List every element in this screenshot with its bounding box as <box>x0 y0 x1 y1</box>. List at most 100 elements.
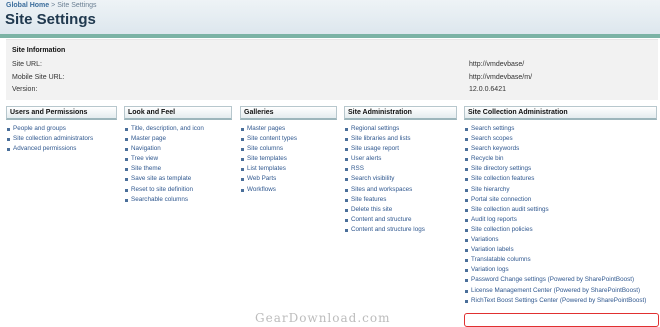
breadcrumb-current: Site Settings <box>57 2 97 9</box>
version-value: 12.0.0.6421 <box>469 86 506 93</box>
list-item: Site collection audit settings <box>464 205 657 215</box>
settings-link[interactable]: Title, description, and icon <box>131 125 204 132</box>
settings-link[interactable]: Site collection administrators <box>13 135 93 142</box>
list-item: Site collection policies <box>464 225 657 235</box>
settings-link[interactable]: Tree view <box>131 155 158 162</box>
settings-link[interactable]: List templates <box>247 165 286 172</box>
settings-link[interactable]: Content and structure logs <box>351 226 425 233</box>
settings-link[interactable]: Site hierarchy <box>471 186 510 193</box>
list-item: Site theme <box>124 164 232 174</box>
list-item: Content and structure logs <box>344 225 457 235</box>
settings-link[interactable]: Audit log reports <box>471 216 517 223</box>
link-list: Title, description, and icon Master page… <box>124 124 232 205</box>
highlight-box <box>464 313 659 327</box>
list-item: Site collection features <box>464 174 657 184</box>
site-information-panel: Site Information Site URL: http://vmdevb… <box>6 39 658 100</box>
settings-link[interactable]: Recycle bin <box>471 155 504 162</box>
list-item: Site content types <box>240 134 337 144</box>
settings-link[interactable]: Site directory settings <box>471 165 531 172</box>
settings-link[interactable]: Delete this site <box>351 206 392 213</box>
site-url-label: Site URL: <box>12 61 42 68</box>
settings-link[interactable]: Site content types <box>247 135 297 142</box>
settings-link[interactable]: Portal site connection <box>471 196 531 203</box>
settings-link[interactable]: Master pages <box>247 125 285 132</box>
list-item: Site templates <box>240 154 337 164</box>
list-item: Search scopes <box>464 134 657 144</box>
section-title: Look and Feel <box>124 106 232 120</box>
list-item: Tree view <box>124 154 232 164</box>
link-list: Master pages Site content types Site col… <box>240 124 337 195</box>
list-item: RichText Boost Settings Center (Powered … <box>464 296 657 306</box>
settings-link[interactable]: Variation logs <box>471 266 509 273</box>
list-item: Reset to site definition <box>124 185 232 195</box>
list-item: Portal site connection <box>464 195 657 205</box>
settings-link[interactable]: Site theme <box>131 165 161 172</box>
settings-link[interactable]: Searchable columns <box>131 196 188 203</box>
list-item: Navigation <box>124 144 232 154</box>
settings-link[interactable]: Navigation <box>131 145 161 152</box>
settings-link[interactable]: Translatable columns <box>471 256 531 263</box>
list-item: Sites and workspaces <box>344 185 457 195</box>
settings-link[interactable]: Search settings <box>471 125 514 132</box>
list-item: Searchable columns <box>124 195 232 205</box>
list-item: Recycle bin <box>464 154 657 164</box>
settings-link[interactable]: Search scopes <box>471 135 513 142</box>
link-list: Regional settings Site libraries and lis… <box>344 124 457 235</box>
settings-link[interactable]: Sites and workspaces <box>351 186 412 193</box>
settings-link[interactable]: Search keywords <box>471 145 519 152</box>
settings-link[interactable]: Workflows <box>247 186 276 193</box>
list-item: Site collection administrators <box>6 134 117 144</box>
list-item: Site features <box>344 195 457 205</box>
list-item: Variations <box>464 235 657 245</box>
section-look-and-feel: Look and Feel Title, description, and ic… <box>124 106 232 205</box>
settings-link[interactable]: Search visibility <box>351 175 394 182</box>
settings-link[interactable]: People and groups <box>13 125 66 132</box>
mobile-site-url-label: Mobile Site URL: <box>12 74 65 81</box>
settings-link[interactable]: User alerts <box>351 155 381 162</box>
watermark: GearDownload.com <box>255 311 391 325</box>
section-title: Site Administration <box>344 106 457 120</box>
section-galleries: Galleries Master pages Site content type… <box>240 106 337 195</box>
list-item: Save site as template <box>124 174 232 184</box>
breadcrumb-home-link[interactable]: Global Home <box>6 2 49 9</box>
password-change-settings-link[interactable]: Password Change settings (Powered by Sha… <box>471 276 634 283</box>
settings-link[interactable]: Regional settings <box>351 125 399 132</box>
list-item: Translatable columns <box>464 255 657 265</box>
settings-link[interactable]: Site usage report <box>351 145 399 152</box>
settings-link[interactable]: Save site as template <box>131 175 191 182</box>
list-item: Web Parts <box>240 174 337 184</box>
settings-link[interactable]: Variations <box>471 236 499 243</box>
settings-link[interactable]: Site templates <box>247 155 287 162</box>
settings-link[interactable]: Web Parts <box>247 175 276 182</box>
list-item: Delete this site <box>344 205 457 215</box>
settings-link[interactable]: Advanced permissions <box>13 145 76 152</box>
settings-link[interactable]: Content and structure <box>351 216 412 223</box>
list-item: Search settings <box>464 124 657 134</box>
list-item: Site usage report <box>344 144 457 154</box>
mobile-site-url-value: http://vmdevbase/m/ <box>469 74 533 81</box>
settings-link[interactable]: Site collection audit settings <box>471 206 549 213</box>
list-item: License Management Center (Powered by Sh… <box>464 286 657 296</box>
list-item: Variation logs <box>464 265 657 275</box>
page-header: Global Home > Site Settings Site Setting… <box>0 0 660 34</box>
settings-link[interactable]: RSS <box>351 165 364 172</box>
header-accent-bar <box>0 34 660 38</box>
license-management-center-link[interactable]: License Management Center (Powered by Sh… <box>471 287 640 294</box>
settings-link[interactable]: Variation labels <box>471 246 514 253</box>
list-item: Site directory settings <box>464 164 657 174</box>
list-item: Search keywords <box>464 144 657 154</box>
settings-link[interactable]: Site collection features <box>471 175 534 182</box>
list-item: Site columns <box>240 144 337 154</box>
list-item: User alerts <box>344 154 457 164</box>
richtext-boost-settings-link[interactable]: RichText Boost Settings Center (Powered … <box>471 297 646 304</box>
section-title: Users and Permissions <box>6 106 117 120</box>
list-item: Content and structure <box>344 215 457 225</box>
settings-link[interactable]: Site collection policies <box>471 226 533 233</box>
settings-link[interactable]: Master page <box>131 135 166 142</box>
settings-link[interactable]: Site libraries and lists <box>351 135 411 142</box>
breadcrumb: Global Home > Site Settings <box>6 2 97 9</box>
settings-link[interactable]: Reset to site definition <box>131 186 193 193</box>
settings-link[interactable]: Site columns <box>247 145 283 152</box>
settings-link[interactable]: Site features <box>351 196 386 203</box>
list-item: Site libraries and lists <box>344 134 457 144</box>
